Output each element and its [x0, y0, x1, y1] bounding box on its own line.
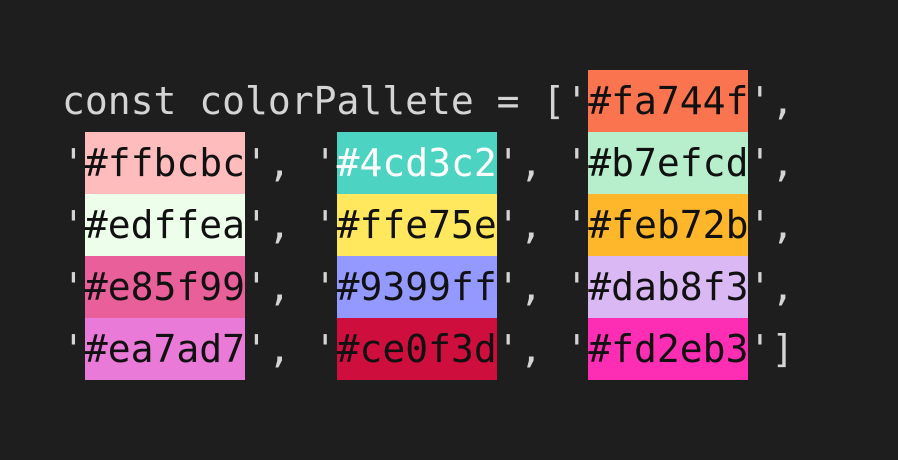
- quote-mark: ': [496, 265, 520, 309]
- quote-mark: ': [245, 141, 268, 185]
- quote-mark: ': [313, 203, 337, 247]
- quote-mark: ': [313, 141, 337, 185]
- color-swatch-10: #ea7ad7: [84, 318, 246, 380]
- code-line-2: '#ffbcbc', '#4cd3c2', '#b7efcd',: [62, 132, 794, 194]
- quote-mark: ': [313, 265, 337, 309]
- quote-mark: ': [496, 327, 520, 371]
- quote-mark: ': [62, 141, 85, 185]
- quote-mark: ': [565, 203, 589, 247]
- quote-mark: ': [748, 141, 772, 185]
- separator: ,: [267, 203, 314, 247]
- color-swatch-3: #b7efcd: [588, 132, 749, 194]
- separator: ,: [267, 327, 314, 371]
- color-swatch-12: #fd2eb3: [588, 318, 749, 380]
- color-swatch-4: #edffea: [84, 194, 246, 256]
- comma: ,: [771, 265, 795, 309]
- quote-mark: ': [245, 265, 268, 309]
- quote-mark: ': [565, 265, 589, 309]
- color-swatch-0: #fa744f: [588, 70, 749, 132]
- comma: ,: [771, 79, 795, 123]
- code-line-4: '#e85f99', '#9399ff', '#dab8f3',: [62, 256, 794, 318]
- quote-mark: ': [245, 203, 268, 247]
- quote-mark: ': [565, 79, 589, 123]
- color-swatch-8: #9399ff: [336, 256, 497, 318]
- separator: ,: [267, 141, 314, 185]
- quote-mark: ': [748, 79, 772, 123]
- color-swatch-7: #e85f99: [84, 256, 246, 318]
- quote-mark: ': [62, 265, 85, 309]
- color-swatch-2: #4cd3c2: [336, 132, 497, 194]
- color-swatch-1: #ffbcbc: [84, 132, 246, 194]
- quote-mark: ': [496, 141, 520, 185]
- quote-mark: ': [62, 327, 85, 371]
- comma: ,: [771, 203, 795, 247]
- code-snippet: const colorPallete = ['#fa744f', '#ffbcbc…: [62, 70, 794, 380]
- quote-mark: ': [245, 327, 268, 371]
- quote-mark: ': [748, 203, 772, 247]
- quote-mark: ': [496, 203, 520, 247]
- color-swatch-11: #ce0f3d: [336, 318, 497, 380]
- color-swatch-9: #dab8f3: [588, 256, 749, 318]
- color-swatch-6: #feb72b: [588, 194, 749, 256]
- closing-bracket: ]: [771, 327, 795, 371]
- color-swatch-5: #ffe75e: [336, 194, 497, 256]
- quote-mark: ': [565, 327, 589, 371]
- quote-mark: ': [565, 141, 589, 185]
- quote-mark: ': [62, 203, 85, 247]
- code-declaration: const colorPallete = [: [62, 79, 566, 123]
- separator: ,: [519, 203, 566, 247]
- separator: ,: [519, 141, 566, 185]
- code-line-5: '#ea7ad7', '#ce0f3d', '#fd2eb3']: [62, 318, 794, 380]
- separator: ,: [519, 327, 566, 371]
- separator: ,: [519, 265, 566, 309]
- comma: ,: [771, 141, 795, 185]
- code-line-3: '#edffea', '#ffe75e', '#feb72b',: [62, 194, 794, 256]
- quote-mark: ': [313, 327, 337, 371]
- quote-mark: ': [748, 327, 772, 371]
- separator: ,: [267, 265, 314, 309]
- code-line-1: const colorPallete = ['#fa744f',: [62, 70, 794, 132]
- quote-mark: ': [748, 265, 772, 309]
